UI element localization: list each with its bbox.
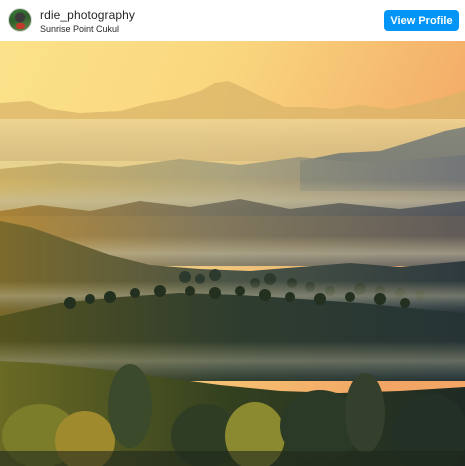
instagram-embed: rdie_photography Sunrise Point Cukul Vie… bbox=[0, 0, 465, 466]
landscape-photo bbox=[0, 41, 465, 466]
avatar[interactable] bbox=[8, 8, 32, 32]
username-link[interactable]: rdie_photography bbox=[40, 8, 135, 22]
post-header: rdie_photography Sunrise Point Cukul Vie… bbox=[0, 0, 465, 41]
avatar-detail bbox=[16, 23, 25, 29]
location-link[interactable]: Sunrise Point Cukul bbox=[40, 23, 135, 35]
view-profile-button[interactable]: View Profile bbox=[384, 10, 459, 31]
post-photo[interactable] bbox=[0, 41, 465, 466]
user-block: rdie_photography Sunrise Point Cukul bbox=[40, 8, 135, 35]
